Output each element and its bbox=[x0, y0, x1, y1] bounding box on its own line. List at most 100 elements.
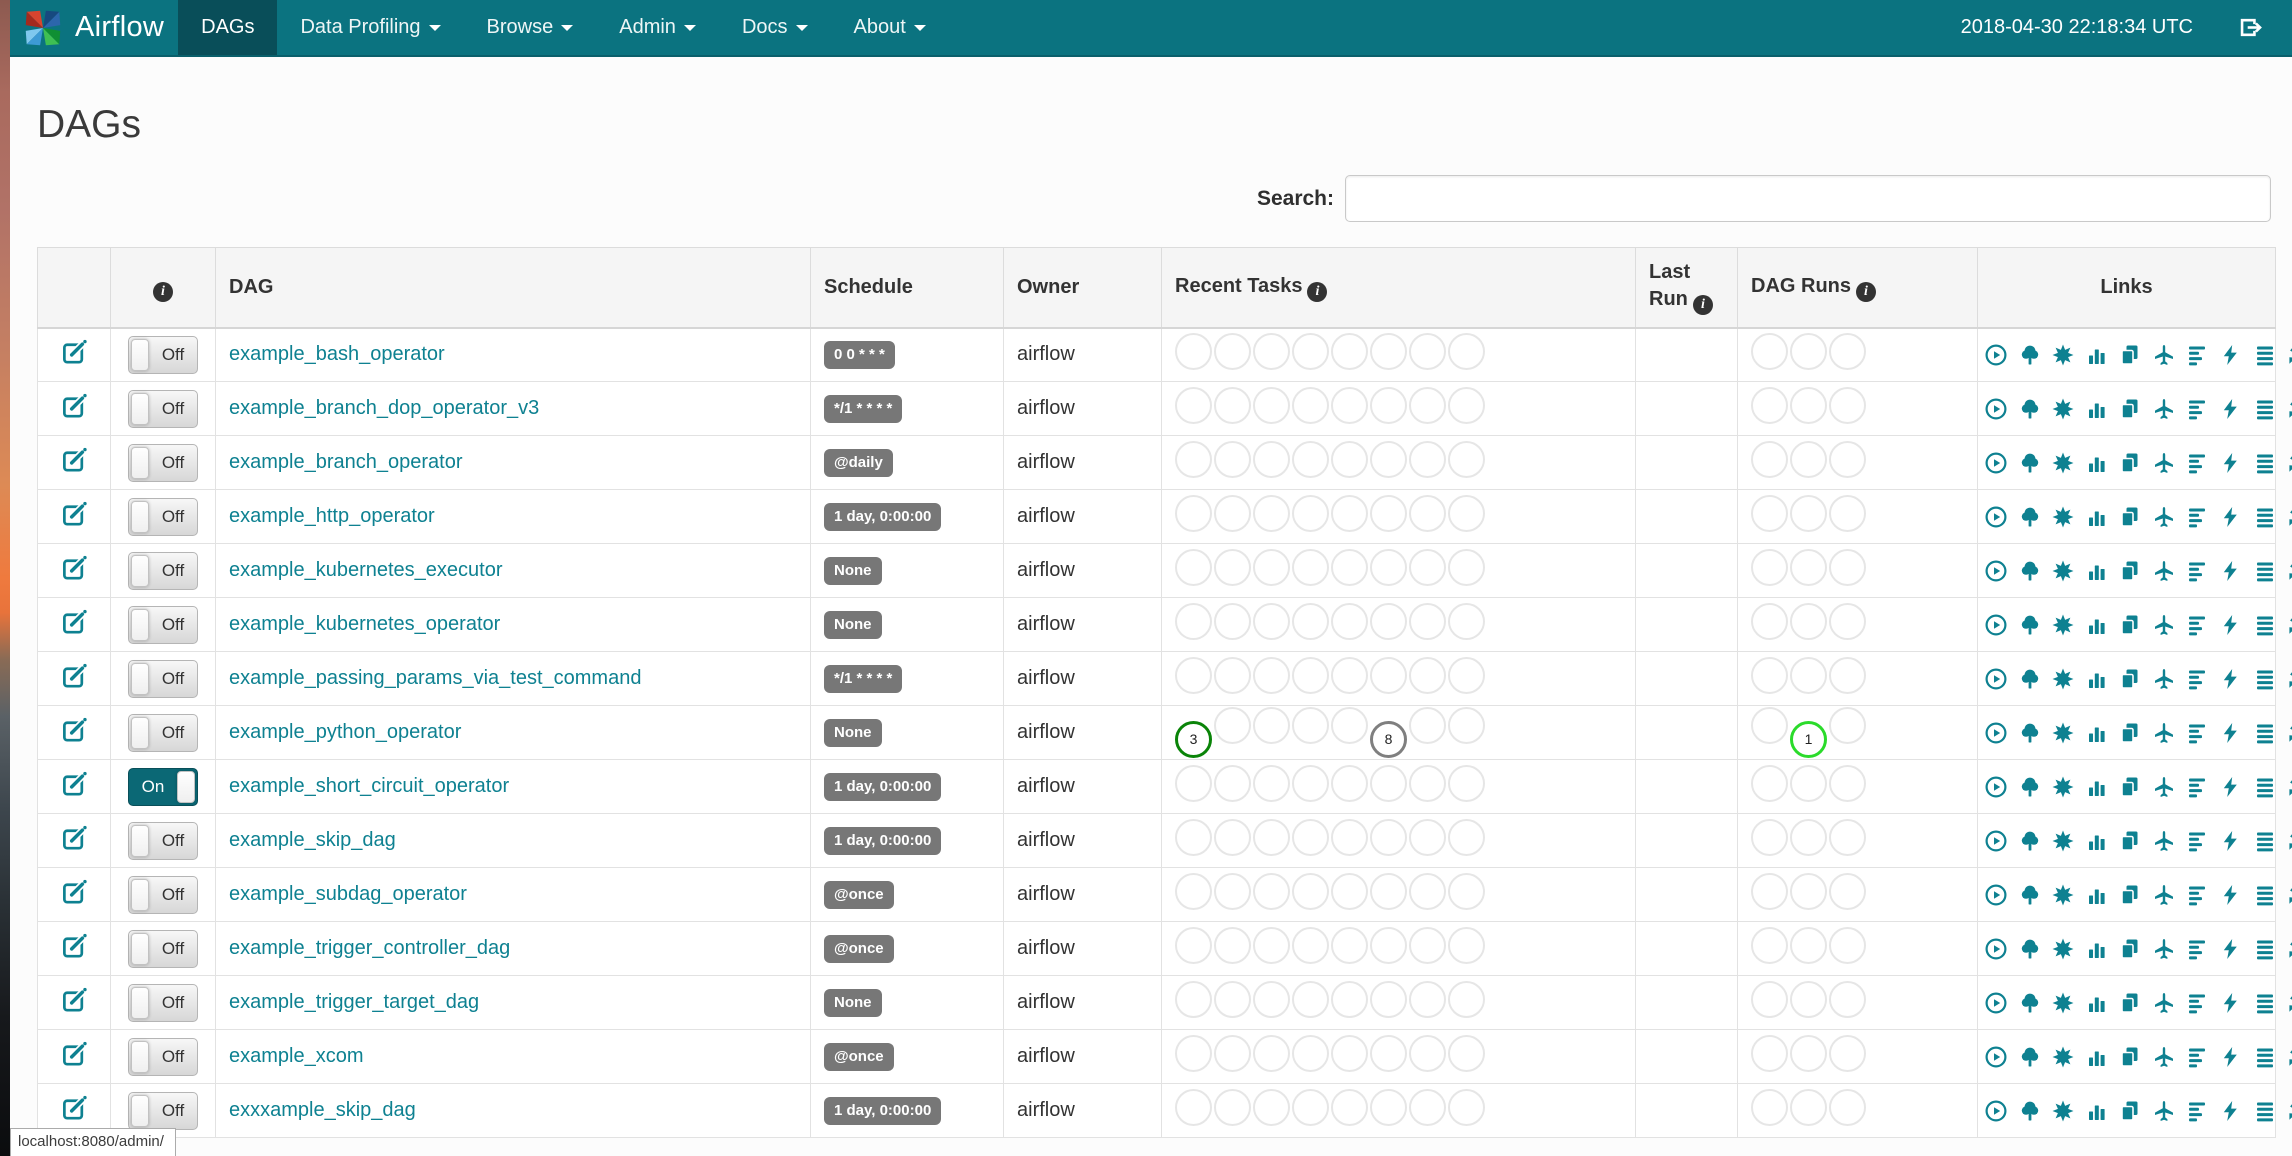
gantt-view-icon[interactable] bbox=[2185, 505, 2209, 529]
logout-icon[interactable] bbox=[2237, 14, 2264, 41]
tree-view-icon[interactable] bbox=[2018, 1045, 2042, 1069]
code-view-icon[interactable] bbox=[2219, 667, 2243, 691]
dag-toggle[interactable]: Off bbox=[128, 875, 198, 914]
tree-view-icon[interactable] bbox=[2018, 721, 2042, 745]
landing-times-icon[interactable] bbox=[2152, 991, 2176, 1015]
landing-times-icon[interactable] bbox=[2152, 883, 2176, 907]
trigger-dag-icon[interactable] bbox=[1984, 775, 2008, 799]
nav-item-dags[interactable]: DAGs bbox=[178, 0, 278, 55]
gantt-view-icon[interactable] bbox=[2185, 1099, 2209, 1123]
task-tries-icon[interactable] bbox=[2118, 1045, 2142, 1069]
code-view-icon[interactable] bbox=[2219, 451, 2243, 475]
dag-toggle[interactable]: Off bbox=[128, 929, 198, 968]
nav-item-about[interactable]: About bbox=[831, 0, 949, 55]
refresh-icon[interactable] bbox=[2286, 343, 2292, 367]
landing-times-icon[interactable] bbox=[2152, 667, 2176, 691]
dag-toggle[interactable]: Off bbox=[128, 659, 198, 698]
dag-toggle[interactable]: Off bbox=[128, 389, 198, 428]
dag-toggle[interactable]: Off bbox=[128, 551, 198, 590]
dag-link[interactable]: example_subdag_operator bbox=[229, 883, 467, 905]
dag-link[interactable]: example_python_operator bbox=[229, 721, 461, 743]
nav-item-docs[interactable]: Docs bbox=[719, 0, 831, 55]
trigger-dag-icon[interactable] bbox=[1984, 1045, 2008, 1069]
tree-view-icon[interactable] bbox=[2018, 991, 2042, 1015]
edit-dag-icon[interactable] bbox=[61, 716, 88, 743]
graph-view-icon[interactable] bbox=[2051, 613, 2075, 637]
dag-link[interactable]: example_skip_dag bbox=[229, 829, 396, 851]
refresh-icon[interactable] bbox=[2286, 829, 2292, 853]
trigger-dag-icon[interactable] bbox=[1984, 451, 2008, 475]
trigger-dag-icon[interactable] bbox=[1984, 343, 2008, 367]
task-tries-icon[interactable] bbox=[2118, 1099, 2142, 1123]
code-view-icon[interactable] bbox=[2219, 1099, 2243, 1123]
logs-icon[interactable] bbox=[2253, 667, 2277, 691]
dag-toggle[interactable]: Off bbox=[128, 821, 198, 860]
trigger-dag-icon[interactable] bbox=[1984, 721, 2008, 745]
dag-link[interactable]: example_kubernetes_executor bbox=[229, 559, 503, 581]
landing-times-icon[interactable] bbox=[2152, 721, 2176, 745]
code-view-icon[interactable] bbox=[2219, 991, 2243, 1015]
dag-toggle[interactable]: Off bbox=[128, 443, 198, 482]
graph-view-icon[interactable] bbox=[2051, 991, 2075, 1015]
task-tries-icon[interactable] bbox=[2118, 667, 2142, 691]
graph-view-icon[interactable] bbox=[2051, 397, 2075, 421]
dag-link[interactable]: example_short_circuit_operator bbox=[229, 775, 509, 797]
dag-toggle[interactable]: Off bbox=[128, 497, 198, 536]
refresh-icon[interactable] bbox=[2286, 775, 2292, 799]
landing-times-icon[interactable] bbox=[2152, 775, 2176, 799]
tree-view-icon[interactable] bbox=[2018, 1099, 2042, 1123]
dag-toggle[interactable]: On bbox=[128, 767, 198, 806]
tree-view-icon[interactable] bbox=[2018, 937, 2042, 961]
task-tries-icon[interactable] bbox=[2118, 775, 2142, 799]
task-duration-icon[interactable] bbox=[2085, 1045, 2109, 1069]
dag-toggle[interactable]: Off bbox=[128, 983, 198, 1022]
tree-view-icon[interactable] bbox=[2018, 397, 2042, 421]
dag-toggle[interactable]: Off bbox=[128, 1037, 198, 1076]
code-view-icon[interactable] bbox=[2219, 937, 2243, 961]
graph-view-icon[interactable] bbox=[2051, 937, 2075, 961]
landing-times-icon[interactable] bbox=[2152, 1099, 2176, 1123]
task-tries-icon[interactable] bbox=[2118, 613, 2142, 637]
dag-link[interactable]: example_branch_operator bbox=[229, 451, 463, 473]
graph-view-icon[interactable] bbox=[2051, 721, 2075, 745]
graph-view-icon[interactable] bbox=[2051, 559, 2075, 583]
graph-view-icon[interactable] bbox=[2051, 1099, 2075, 1123]
task-tries-icon[interactable] bbox=[2118, 937, 2142, 961]
tree-view-icon[interactable] bbox=[2018, 775, 2042, 799]
gantt-view-icon[interactable] bbox=[2185, 1045, 2209, 1069]
gantt-view-icon[interactable] bbox=[2185, 829, 2209, 853]
landing-times-icon[interactable] bbox=[2152, 343, 2176, 367]
task-duration-icon[interactable] bbox=[2085, 721, 2109, 745]
nav-item-browse[interactable]: Browse bbox=[464, 0, 597, 55]
refresh-icon[interactable] bbox=[2286, 613, 2292, 637]
task-tries-icon[interactable] bbox=[2118, 991, 2142, 1015]
logs-icon[interactable] bbox=[2253, 613, 2277, 637]
task-tries-icon[interactable] bbox=[2118, 721, 2142, 745]
code-view-icon[interactable] bbox=[2219, 721, 2243, 745]
gantt-view-icon[interactable] bbox=[2185, 613, 2209, 637]
trigger-dag-icon[interactable] bbox=[1984, 505, 2008, 529]
logs-icon[interactable] bbox=[2253, 937, 2277, 961]
airflow-brand[interactable]: Airflow bbox=[10, 0, 178, 55]
logs-icon[interactable] bbox=[2253, 1099, 2277, 1123]
logs-icon[interactable] bbox=[2253, 829, 2277, 853]
task-duration-icon[interactable] bbox=[2085, 937, 2109, 961]
task-duration-icon[interactable] bbox=[2085, 775, 2109, 799]
task-duration-icon[interactable] bbox=[2085, 991, 2109, 1015]
edit-dag-icon[interactable] bbox=[61, 608, 88, 635]
refresh-icon[interactable] bbox=[2286, 721, 2292, 745]
logs-icon[interactable] bbox=[2253, 559, 2277, 583]
search-input[interactable] bbox=[1345, 175, 2271, 222]
refresh-icon[interactable] bbox=[2286, 667, 2292, 691]
refresh-icon[interactable] bbox=[2286, 883, 2292, 907]
tree-view-icon[interactable] bbox=[2018, 883, 2042, 907]
edit-dag-icon[interactable] bbox=[61, 878, 88, 905]
task-tries-icon[interactable] bbox=[2118, 397, 2142, 421]
task-tries-icon[interactable] bbox=[2118, 883, 2142, 907]
edit-dag-icon[interactable] bbox=[61, 554, 88, 581]
code-view-icon[interactable] bbox=[2219, 613, 2243, 637]
gantt-view-icon[interactable] bbox=[2185, 937, 2209, 961]
nav-item-admin[interactable]: Admin bbox=[596, 0, 719, 55]
logs-icon[interactable] bbox=[2253, 397, 2277, 421]
code-view-icon[interactable] bbox=[2219, 397, 2243, 421]
